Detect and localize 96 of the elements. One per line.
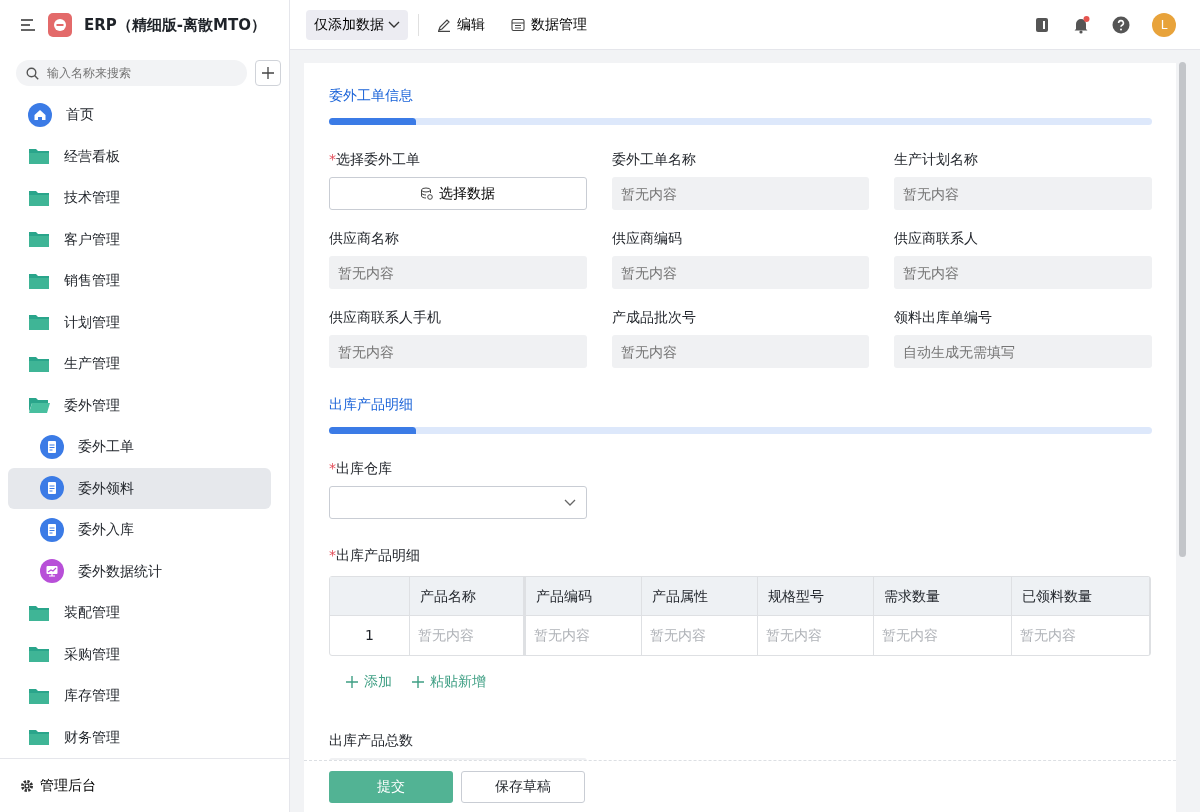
input-field[interactable]: 暂无内容 — [329, 335, 587, 368]
required-mark: * — [329, 547, 336, 563]
data-manage-button[interactable]: 数据管理 — [503, 14, 595, 35]
field-label: *选择委外工单 — [329, 150, 421, 169]
table-cell: 暂无内容 — [410, 615, 526, 655]
column-header: 规格型号 — [758, 577, 874, 615]
sidebar-item[interactable]: 客户管理 — [8, 218, 271, 260]
input-field[interactable]: 暂无内容 — [894, 177, 1152, 210]
sidebar-item[interactable]: 计划管理 — [8, 301, 271, 343]
field-label: 领料出库单编号 — [894, 308, 994, 327]
column-header: 产品名称 — [410, 577, 526, 615]
plus-icon — [262, 67, 274, 79]
field-label: 出库产品总数 — [329, 731, 414, 750]
field-label: 生产计划名称 — [894, 150, 980, 169]
folder-icon — [28, 147, 50, 166]
folder-icon — [28, 271, 50, 290]
sidebar-item[interactable]: 销售管理 — [8, 260, 271, 302]
home-icon — [28, 102, 52, 127]
logo-icon — [53, 18, 67, 32]
table-cell: 暂无内容 — [758, 615, 874, 655]
table-cell: 暂无内容 — [526, 615, 642, 655]
folder-icon — [28, 313, 50, 332]
sidebar-item[interactable]: 生产管理 — [8, 343, 271, 385]
field-label: *出库产品明细 — [329, 546, 421, 565]
sidebar-item[interactable]: 首页 — [8, 94, 271, 136]
folder-icon — [28, 686, 50, 705]
select-data-button[interactable]: 选择数据 — [329, 177, 587, 210]
app-title: ERP（精细版-离散MTO） — [84, 14, 266, 36]
open-folder-icon — [28, 396, 50, 415]
input-field[interactable]: 暂无内容 — [329, 256, 587, 289]
search-icon — [26, 66, 39, 80]
chevron-down-icon — [388, 20, 400, 29]
book-icon[interactable] — [1034, 16, 1050, 33]
section-title: 出库产品明细 — [329, 395, 414, 414]
section-title: 委外工单信息 — [329, 86, 414, 105]
add-button[interactable] — [255, 60, 281, 86]
column-header: 产品属性 — [642, 577, 758, 615]
input-field[interactable]: 暂无内容 — [611, 177, 870, 210]
field-label: 供应商编码 — [611, 229, 683, 248]
column-header: 需求数量 — [874, 577, 1012, 615]
table-cell: 暂无内容 — [874, 615, 1012, 655]
sidebar-item[interactable]: 经营看板 — [8, 135, 271, 177]
row-number: 1 — [330, 615, 410, 655]
folder-icon — [28, 230, 50, 249]
admin-link[interactable]: 管理后台 — [20, 775, 104, 796]
mode-dropdown[interactable]: 仅添加数据 — [306, 9, 408, 40]
table-icon — [511, 17, 525, 32]
search-input[interactable]: 输入名称来搜索 — [45, 63, 237, 83]
chart-screen-icon — [40, 559, 64, 584]
edit-button[interactable]: 编辑 — [429, 14, 493, 35]
document-icon — [40, 517, 64, 542]
field-label: 供应商联系人手机 — [329, 308, 442, 327]
sidebar-item[interactable]: 装配管理 — [8, 592, 271, 634]
sidebar-item[interactable]: 技术管理 — [8, 177, 271, 219]
folder-icon — [28, 603, 50, 622]
document-icon — [40, 434, 64, 459]
sidebar-item[interactable]: 委外数据统计 — [8, 550, 271, 592]
sidebar-item[interactable]: 财务管理 — [8, 716, 271, 758]
input-field[interactable]: 暂无内容 — [611, 335, 870, 368]
search-field[interactable]: 输入名称来搜索 — [16, 60, 247, 86]
table-cell: 暂无内容 — [642, 615, 758, 655]
settings-icon — [20, 778, 34, 793]
folder-icon — [28, 354, 50, 373]
field-label: 委外工单名称 — [611, 150, 697, 169]
sidebar-item[interactable]: 委外管理 — [8, 384, 271, 426]
plus-icon — [346, 675, 358, 688]
input-field[interactable]: 暂无内容 — [894, 256, 1152, 289]
pencil-icon — [437, 17, 451, 32]
sidebar-item[interactable]: 委外领料 — [8, 467, 271, 509]
field-label: *出库仓库 — [329, 459, 393, 478]
sidebar-item[interactable]: 委外入库 — [8, 509, 271, 551]
field-label: 产成品批次号 — [611, 308, 697, 327]
sidebar-item[interactable]: 委外工单 — [8, 426, 271, 468]
document-icon — [40, 476, 64, 501]
column-header: 已领料数量 — [1012, 577, 1150, 615]
folder-icon — [28, 728, 50, 747]
table-cell: 暂无内容 — [1012, 615, 1150, 655]
input-field[interactable]: 自动生成无需填写 — [894, 335, 1152, 368]
folder-icon — [28, 188, 50, 207]
sidebar-item[interactable]: 采购管理 — [8, 633, 271, 675]
help-icon[interactable] — [1112, 15, 1130, 34]
required-mark: * — [329, 460, 336, 476]
menu-icon[interactable] — [20, 18, 36, 32]
scrollbar[interactable] — [1179, 62, 1186, 557]
required-mark: * — [329, 151, 336, 167]
sidebar-item[interactable]: 库存管理 — [8, 675, 271, 717]
chevron-down-icon — [564, 498, 576, 507]
save-draft-button[interactable]: 保存草稿 — [461, 770, 585, 803]
input-field[interactable]: 暂无内容 — [611, 256, 870, 289]
folder-icon — [28, 645, 50, 664]
database-icon — [420, 187, 434, 200]
field-label: 供应商名称 — [329, 229, 400, 248]
field-label: 供应商联系人 — [894, 229, 980, 248]
column-header: 产品编码 — [526, 577, 642, 615]
plus-icon — [412, 675, 424, 688]
notification-icon[interactable] — [1072, 15, 1090, 34]
